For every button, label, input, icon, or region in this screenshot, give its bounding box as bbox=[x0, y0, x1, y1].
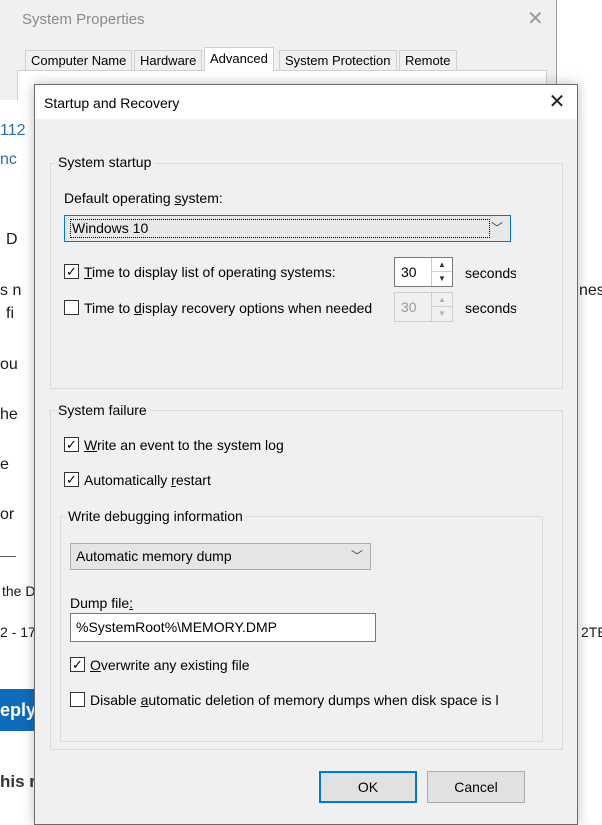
display-recovery-seconds-stepper[interactable]: 30 ▲ ▼ bbox=[394, 292, 453, 322]
tab-remote[interactable]: Remote bbox=[399, 50, 457, 70]
tab-system-protection[interactable]: System Protection bbox=[279, 50, 397, 70]
dump-file-input[interactable]: %SystemRoot%\MEMORY.DMP bbox=[70, 613, 376, 642]
background-text: he bbox=[0, 406, 18, 423]
title-bar: Startup and Recovery ✕ bbox=[35, 85, 577, 119]
default-os-label: Default operating system: bbox=[64, 190, 223, 206]
tab-advanced[interactable]: Advanced bbox=[204, 47, 274, 71]
check-icon: ✓ bbox=[66, 264, 77, 279]
close-icon[interactable]: ✕ bbox=[544, 91, 570, 113]
tab-label: System Protection bbox=[285, 53, 391, 68]
tab-label: Advanced bbox=[210, 51, 268, 66]
check-icon: ✓ bbox=[72, 657, 83, 672]
background-text: e bbox=[0, 456, 9, 473]
window-title: System Properties bbox=[22, 11, 145, 28]
stepper-buttons: ▲ ▼ bbox=[431, 258, 452, 286]
chevron-down-icon: ﹀ bbox=[350, 549, 363, 563]
display-list-checkbox[interactable]: ✓ bbox=[64, 264, 79, 279]
stepper-buttons: ▲ ▼ bbox=[431, 293, 452, 321]
display-recovery-checkbox[interactable] bbox=[64, 300, 79, 315]
overwrite-checkbox[interactable]: ✓ bbox=[70, 657, 85, 672]
auto-restart-label: Automatically restart bbox=[84, 472, 211, 488]
write-event-label: Write an event to the system log bbox=[84, 437, 284, 453]
display-recovery-label: Time to display recovery options when ne… bbox=[84, 300, 373, 316]
stepper-value: 30 bbox=[401, 264, 417, 280]
dump-type-dropdown[interactable]: Automatic memory dump ﹀ bbox=[70, 543, 371, 570]
reply-button-label: eply bbox=[0, 700, 36, 720]
dump-file-value: %SystemRoot%\MEMORY.DMP bbox=[76, 619, 277, 635]
auto-restart-checkbox[interactable]: ✓ bbox=[64, 472, 79, 487]
display-list-seconds-stepper[interactable]: 30 ▲ ▼ bbox=[394, 257, 453, 287]
dialog-title: Startup and Recovery bbox=[44, 95, 180, 111]
divider bbox=[0, 556, 16, 557]
cancel-button[interactable]: Cancel bbox=[427, 771, 525, 803]
tab-label: Hardware bbox=[140, 53, 197, 68]
write-event-checkbox[interactable]: ✓ bbox=[64, 437, 79, 452]
tab-label: Computer Name bbox=[31, 53, 127, 68]
tab-hardware[interactable]: Hardware bbox=[134, 50, 203, 70]
overwrite-label: Overwrite any existing file bbox=[90, 657, 250, 673]
background-text: fi bbox=[6, 305, 14, 322]
dump-type-value: Automatic memory dump bbox=[76, 548, 232, 564]
cancel-button-label: Cancel bbox=[454, 779, 498, 795]
default-os-value: Windows 10 bbox=[70, 219, 490, 238]
background-text: 2TE bbox=[581, 624, 602, 640]
background-text: or bbox=[0, 506, 15, 523]
startup-and-recovery-dialog: Startup and Recovery ✕ System startup De… bbox=[34, 84, 578, 825]
background-text: s n bbox=[0, 282, 22, 299]
check-icon: ✓ bbox=[66, 437, 77, 452]
seconds-label: seconds bbox=[465, 300, 516, 316]
background-text: nes bbox=[579, 282, 602, 299]
tab-computer-name[interactable]: Computer Name bbox=[25, 50, 133, 70]
background-text: D bbox=[6, 231, 18, 248]
disable-auto-delete-checkbox[interactable] bbox=[70, 692, 85, 707]
spin-down-icon[interactable]: ▼ bbox=[432, 272, 452, 286]
background-text: 112 bbox=[0, 122, 26, 139]
close-icon[interactable]: ✕ bbox=[527, 9, 544, 29]
spin-down-icon[interactable]: ▼ bbox=[432, 307, 452, 321]
stepper-value: 30 bbox=[401, 299, 417, 315]
tab-label: Remote bbox=[405, 53, 451, 68]
seconds-label: seconds bbox=[465, 265, 516, 281]
background-text: the D bbox=[2, 583, 36, 599]
group-label: Write debugging information bbox=[65, 508, 246, 524]
default-os-dropdown[interactable]: Windows 10 ﹀ bbox=[64, 215, 511, 242]
spin-up-icon[interactable]: ▲ bbox=[432, 293, 452, 307]
background-text: his r bbox=[0, 772, 36, 791]
group-label: System startup bbox=[55, 154, 155, 170]
background-text: nc bbox=[0, 151, 17, 168]
dump-file-label: Dump file: bbox=[70, 595, 134, 611]
ok-button-label: OK bbox=[357, 779, 379, 795]
disable-auto-delete-label: Disable automatic deletion of memory dum… bbox=[90, 692, 499, 708]
ok-button[interactable]: OK bbox=[319, 771, 417, 803]
chevron-down-icon: ﹀ bbox=[490, 221, 503, 235]
display-list-label: Time to display list of operating system… bbox=[84, 264, 336, 280]
group-label: System failure bbox=[55, 402, 150, 418]
spin-up-icon[interactable]: ▲ bbox=[432, 258, 452, 272]
background-text: ou bbox=[0, 356, 18, 373]
background-text: 2 - 17 bbox=[0, 624, 36, 640]
reply-button[interactable]: eply bbox=[0, 689, 36, 731]
check-icon: ✓ bbox=[66, 472, 77, 487]
